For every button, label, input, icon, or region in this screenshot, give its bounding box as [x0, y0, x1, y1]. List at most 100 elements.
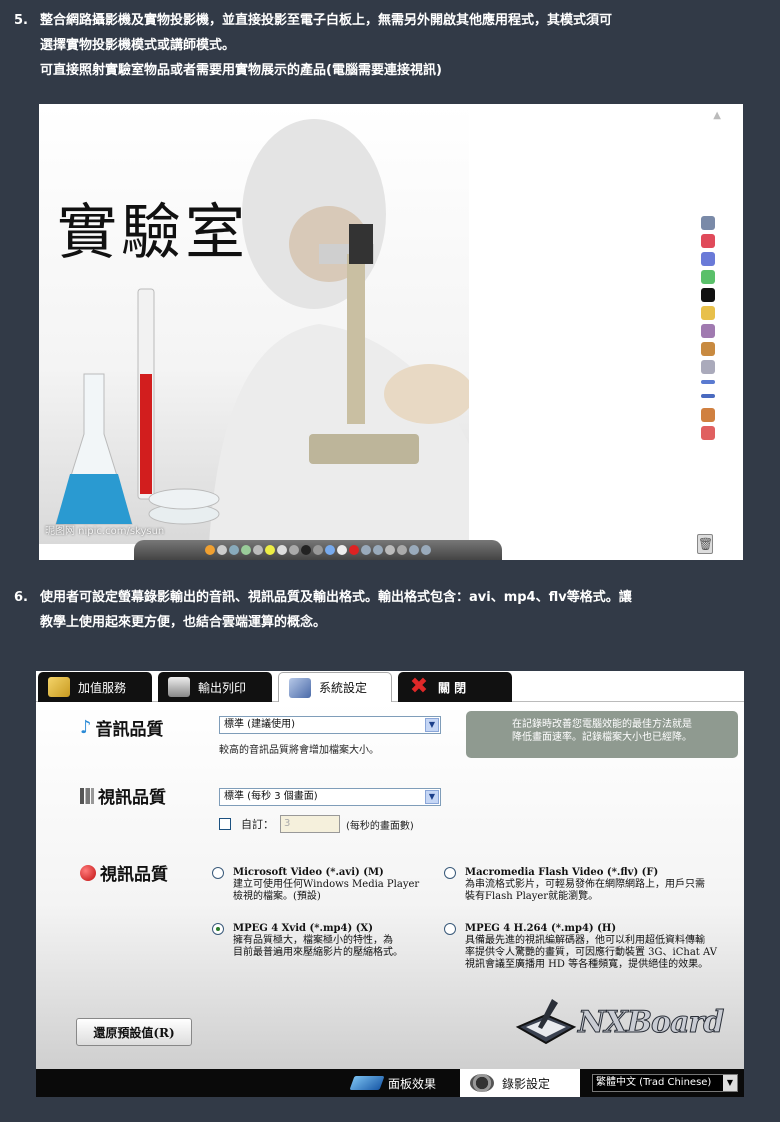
scroll-up-icon[interactable]: ▲: [713, 110, 721, 121]
nxboard-logo-icon: [515, 999, 577, 1045]
tab-print-output[interactable]: 輸出列印: [158, 672, 272, 702]
option-desc: 率提供令人驚艷的畫質，可因應行動裝置 3G、iChat AV: [465, 947, 717, 958]
video-quality-select[interactable]: 標準 (每秒 3 個畫面) ▼: [219, 788, 441, 806]
video-bars-icon: [80, 787, 94, 804]
format-option-h264[interactable]: MPEG 4 H.264 (*.mp4) (H) 具備最先進的視訊編解碼器，他可…: [444, 923, 717, 971]
option-desc: 為串流格式影片，可輕易發佈在網際網路上，用戶只需: [465, 879, 705, 890]
next-page-icon[interactable]: [421, 545, 431, 555]
bottom-toolbar: [134, 540, 502, 560]
marker-icon[interactable]: [241, 545, 251, 555]
tab-label: 加值服務: [78, 680, 127, 695]
option-desc: 擁有品質極大，檔案極小的特性，為: [233, 935, 393, 946]
radio-button[interactable]: [212, 867, 224, 879]
custom-fps-checkbox[interactable]: [219, 818, 231, 830]
glassware-illustration: [55, 288, 220, 525]
pen-icon[interactable]: [701, 380, 715, 384]
chevron-down-icon[interactable]: ▼: [425, 718, 439, 732]
item-number: 5.: [14, 13, 28, 28]
settings-tabbar: 加值服務 輸出列印 系統設定 ✖ 關 閉: [36, 671, 744, 702]
whiteboard-screenshot: 實驗室 昵图网 nipic.com/skysun ▲ 🗑: [39, 104, 743, 560]
radio-button[interactable]: [444, 867, 456, 879]
zoom-icon[interactable]: [385, 545, 395, 555]
format-option-flv[interactable]: Macromedia Flash Video (*.flv) (F) 為串流格式…: [444, 867, 705, 903]
forward-icon[interactable]: [373, 545, 383, 555]
magic-pen-icon[interactable]: [701, 426, 715, 440]
format-option-xvid[interactable]: MPEG 4 Xvid (*.mp4) (X) 擁有品質極大，檔案極小的特性，為…: [212, 923, 403, 959]
select-value: 繁體中文 (Trad Chinese): [596, 1077, 712, 1088]
chevron-down-icon[interactable]: ▼: [723, 1075, 737, 1091]
highlighter-icon[interactable]: [701, 306, 715, 320]
light-icon[interactable]: [265, 545, 275, 555]
layers-icon: [48, 677, 70, 697]
camera-icon[interactable]: [301, 545, 311, 555]
audio-quality-hint: 較高的音訊品質將會增加檔案大小。: [219, 745, 379, 756]
tab-label: 系統設定: [319, 681, 368, 695]
trash-icon[interactable]: 🗑: [697, 534, 713, 554]
output-format-title: 視訊品質: [80, 860, 168, 885]
section-label: 音訊品質: [95, 720, 164, 740]
menu-icon[interactable]: [205, 545, 215, 555]
option-desc: 裝有Flash Player就能瀏覽。: [465, 891, 599, 902]
pen-icon[interactable]: [229, 545, 239, 555]
cursor-tool-icon[interactable]: [701, 216, 715, 230]
item-line: 整合網路攝影機及實物投影機，並直接投影至電子白板上，無需另外開啟其他應用程式，其…: [40, 13, 613, 28]
option-name: Macromedia Flash Video (*.flv) (F): [465, 867, 659, 878]
brush-icon[interactable]: [701, 408, 715, 422]
back-icon[interactable]: [361, 545, 371, 555]
save-icon[interactable]: [337, 545, 347, 555]
red-pen-icon[interactable]: [701, 234, 715, 248]
select-icon[interactable]: [217, 545, 227, 555]
nxboard-logo: NXBoard: [514, 997, 729, 1049]
tab-value-added[interactable]: 加值服務: [38, 672, 152, 702]
format-option-avi[interactable]: Microsoft Video (*.avi) (M) 建立可使用任何Windo…: [212, 867, 419, 903]
film-reel-icon: [470, 1074, 494, 1092]
green-pen-icon[interactable]: [701, 270, 715, 284]
item-text: 使用者可設定螢幕錄影輸出的音訊、視訊品質及輸出格式。輸出格式包含：avi、mp4…: [40, 585, 760, 635]
lab-title: 實驗室: [57, 198, 249, 268]
tip-line: 在記錄時改善您電腦效能的最佳方法就是: [512, 719, 692, 730]
copy-icon[interactable]: [325, 545, 335, 555]
language-select[interactable]: 繁體中文 (Trad Chinese) ▼: [592, 1074, 738, 1092]
blue-pen-icon[interactable]: [701, 252, 715, 266]
radio-button-selected[interactable]: [212, 923, 224, 935]
screen-icon[interactable]: [277, 545, 287, 555]
restore-defaults-button[interactable]: 還原預設值(R): [76, 1018, 192, 1046]
stop-icon[interactable]: [349, 545, 359, 555]
printer-icon: [168, 677, 190, 697]
chevron-down-icon[interactable]: ▼: [425, 790, 439, 804]
video-quality-title: 視訊品質: [80, 783, 166, 808]
tab-close[interactable]: ✖ 關 閉: [398, 672, 512, 702]
option-name: Microsoft Video (*.avi) (M): [233, 867, 384, 878]
panel-icon: [349, 1076, 385, 1090]
recording-settings-tab[interactable]: 錄影設定: [460, 1069, 580, 1097]
whiteboard-toolbar: [699, 216, 719, 444]
item-line: 使用者可設定螢幕錄影輸出的音訊、視訊品質及輸出格式。輸出格式包含：avi、mp4…: [40, 590, 632, 605]
bottom-status-bar: 面板效果 錄影設定 繁體中文 (Trad Chinese) ▼: [36, 1069, 744, 1097]
option-desc: 具備最先進的視訊編解碼器，他可以利用超低資料傳輸: [465, 935, 705, 946]
item-number: 6.: [14, 590, 28, 605]
record-icon[interactable]: [313, 545, 323, 555]
print-icon[interactable]: [289, 545, 299, 555]
option-name: MPEG 4 H.264 (*.mp4) (H): [465, 923, 617, 934]
black-pen-icon[interactable]: [701, 288, 715, 302]
radio-button[interactable]: [444, 923, 456, 935]
item-text: 整合網路攝影機及實物投影機，並直接投影至電子白板上，無需另外開啟其他應用程式，其…: [40, 8, 760, 83]
shape-tool-icon[interactable]: [701, 324, 715, 338]
tab-label: 輸出列印: [198, 680, 247, 695]
eraser-icon[interactable]: [701, 360, 715, 374]
pencil-icon[interactable]: [701, 394, 715, 398]
select-value: 標準 (建議使用): [224, 719, 295, 730]
settings-screenshot: 加值服務 輸出列印 系統設定 ✖ 關 閉 ♪ 音訊品質 標準 (建議使用) ▼ …: [36, 671, 744, 1097]
page-icon[interactable]: [397, 545, 407, 555]
tab-system-settings[interactable]: 系統設定: [278, 672, 392, 702]
audio-quality-select[interactable]: 標準 (建議使用) ▼: [219, 716, 441, 734]
settings-icon: [289, 677, 311, 698]
custom-fps-input[interactable]: 3: [280, 815, 340, 833]
option-name: MPEG 4 Xvid (*.mp4) (X): [233, 923, 373, 934]
panel-effects-tab[interactable]: 面板效果: [346, 1069, 458, 1097]
prev-page-icon[interactable]: [409, 545, 419, 555]
tools-icon[interactable]: [253, 545, 263, 555]
custom-fps-label: 自訂：: [241, 818, 274, 831]
item-line: 選擇實物投影機模式或講師模式。: [40, 38, 236, 53]
stamp-tool-icon[interactable]: [701, 342, 715, 356]
